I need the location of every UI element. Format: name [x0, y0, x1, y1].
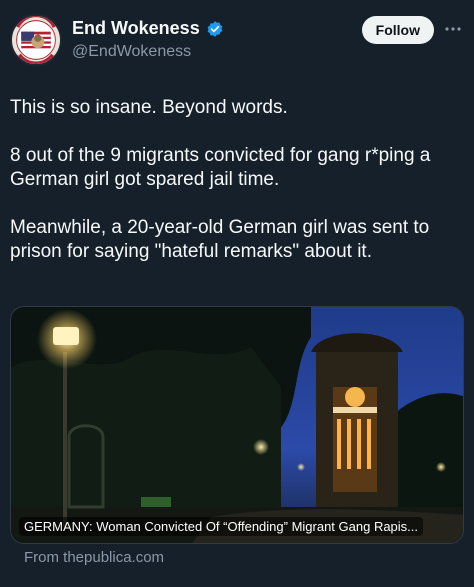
night-park-streetlamp-tower-image [11, 307, 463, 543]
more-dots-icon[interactable] [442, 18, 464, 40]
link-source[interactable]: From thepublica.com [24, 549, 164, 566]
avatar[interactable] [10, 14, 62, 66]
name-row: End Wokeness [72, 18, 224, 39]
link-card-title: GERMANY: Woman Convicted Of “Offending” … [19, 517, 424, 536]
follow-button[interactable]: Follow [361, 16, 434, 44]
display-name[interactable]: End Wokeness [72, 18, 200, 39]
i-support-flag-badge-icon [12, 16, 60, 64]
tweet-header: End Wokeness @EndWokeness Follow [10, 12, 464, 66]
tweet-paragraph: 8 out of the 9 migrants convicted for ga… [10, 145, 431, 190]
link-card[interactable]: GERMANY: Woman Convicted Of “Offending” … [10, 306, 464, 544]
tweet-paragraph: Meanwhile, a 20-year-old German girl was… [10, 217, 430, 262]
author-handle[interactable]: @EndWokeness [72, 43, 191, 61]
tweet-paragraph: This is so insane. Beyond words. [10, 97, 288, 118]
verified-badge-icon [206, 20, 224, 38]
tweet-body: This is so insane. Beyond words. 8 out o… [10, 96, 466, 264]
